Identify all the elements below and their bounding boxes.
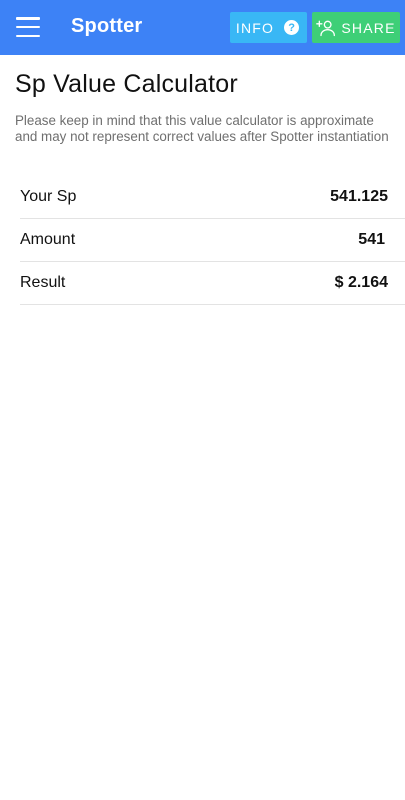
- disclaimer-note: Please keep in mind that this value calc…: [15, 113, 389, 144]
- your-sp-value: 541.125: [330, 188, 388, 205]
- app-title: Spotter: [71, 15, 143, 37]
- add-person-icon: [316, 20, 336, 36]
- amount-row[interactable]: Amount 541: [20, 219, 405, 262]
- your-sp-label: Your Sp: [20, 188, 77, 205]
- result-row: Result $ 2.164: [20, 262, 405, 305]
- app-bar: Spotter INFO ? SHARE: [0, 0, 405, 55]
- share-button-label: SHARE: [341, 19, 396, 36]
- hamburger-menu-icon[interactable]: [16, 17, 40, 37]
- result-label: Result: [20, 274, 66, 291]
- amount-label: Amount: [20, 231, 76, 248]
- info-button[interactable]: INFO ?: [230, 12, 307, 43]
- amount-value[interactable]: 541: [358, 231, 385, 249]
- result-value: $ 2.164: [334, 274, 388, 291]
- page-title: Sp Value Calculator: [15, 70, 238, 98]
- your-sp-row: Your Sp 541.125: [20, 176, 405, 219]
- question-circle-icon: ?: [284, 20, 300, 35]
- info-button-label: INFO: [235, 19, 275, 36]
- share-button[interactable]: SHARE: [312, 12, 400, 43]
